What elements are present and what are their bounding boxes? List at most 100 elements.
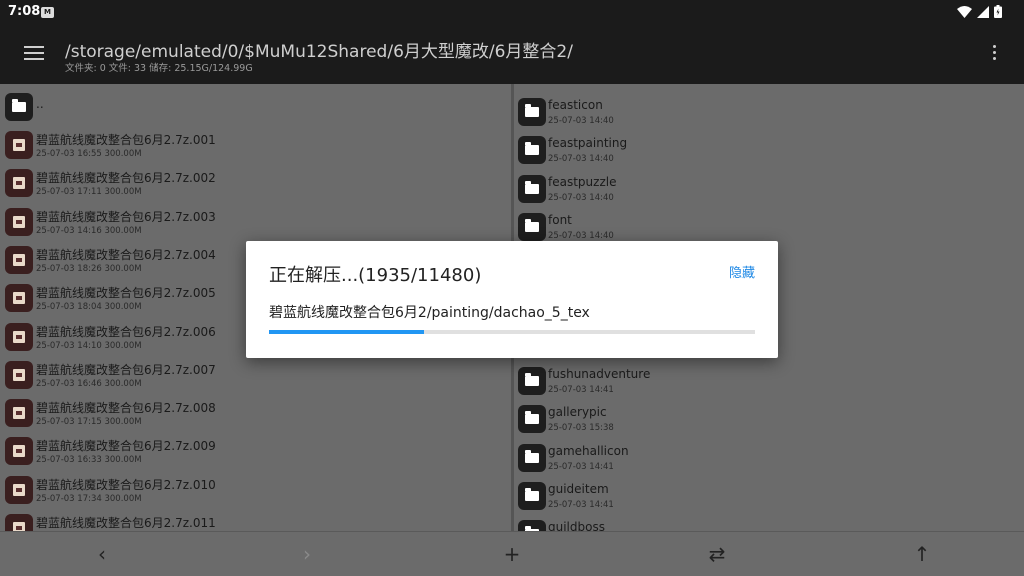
archive-icon	[5, 475, 33, 504]
file-name: 碧蓝航线魔改整合包6月2.7z.009	[36, 439, 216, 454]
signal-icon	[977, 5, 989, 18]
notification-icon: M	[41, 7, 54, 18]
folder-row[interactable]: fushunadventure 25-07-03 14:41	[514, 362, 1024, 400]
folder-icon	[518, 136, 546, 164]
parent-directory-row[interactable]: ..	[0, 88, 511, 126]
extract-progress-dialog: 正在解压...(1935/11480) 隐藏 碧蓝航线魔改整合包6月2/pain…	[246, 241, 778, 358]
bottom-toolbar: ‹ › + ⇄ ↑	[0, 531, 1024, 576]
folder-icon	[518, 520, 546, 531]
file-meta: 25-07-03 17:11 300.00M	[36, 187, 142, 198]
file-row[interactable]: 碧蓝航线魔改整合包6月2.7z.001 25-07-03 16:55 300.00…	[0, 126, 511, 164]
file-name: 碧蓝航线魔改整合包6月2.7z.005	[36, 286, 216, 301]
status-time: 7:08	[8, 4, 41, 19]
app-bar: /storage/emulated/0/$MuMu12Shared/6月大型魔改…	[0, 24, 1024, 84]
parent-directory-label: ..	[36, 97, 44, 111]
file-name: 碧蓝航线魔改整合包6月2.7z.008	[36, 401, 216, 416]
folder-icon	[518, 405, 546, 433]
file-meta: 25-07-03 18:26 300.00M	[36, 263, 142, 274]
folder-icon	[518, 367, 546, 395]
swap-panes-button[interactable]: ⇄	[703, 540, 731, 568]
folder-name: fushunadventure	[548, 367, 651, 381]
file-row[interactable]: 碧蓝航线魔改整合包6月2.7z.010 25-07-03 17:34 300.00…	[0, 471, 511, 509]
file-meta: 25-07-03 16:46 300.00M	[36, 378, 142, 389]
file-row[interactable]: 碧蓝航线魔改整合包6月2.7z.008 25-07-03 17:15 300.00…	[0, 394, 511, 432]
menu-icon[interactable]	[24, 46, 44, 62]
archive-icon	[5, 437, 33, 466]
file-name: 碧蓝航线魔改整合包6月2.7z.010	[36, 477, 216, 492]
folder-name: guildboss	[548, 520, 605, 531]
folder-name: feastpuzzle	[548, 175, 617, 189]
folder-icon	[518, 482, 546, 510]
file-name: 碧蓝航线魔改整合包6月2.7z.003	[36, 209, 216, 224]
archive-icon	[5, 207, 33, 236]
current-file-label: 碧蓝航线魔改整合包6月2/painting/dachao_5_tex	[269, 305, 590, 321]
folder-meta: 25-07-03 15:38	[548, 423, 614, 433]
forward-button[interactable]: ›	[293, 540, 321, 568]
hide-button[interactable]: 隐藏	[729, 262, 755, 281]
folder-icon	[518, 444, 546, 472]
file-meta: 25-07-03 17:34 300.00M	[36, 493, 142, 504]
file-name: 碧蓝航线魔改整合包6月2.7z.007	[36, 362, 216, 377]
file-meta: 25-07-03 16:33 300.00M	[36, 455, 142, 466]
archive-icon	[5, 322, 33, 351]
storage-info: 文件夹: 0 文件: 33 储存: 25.15G/124.99G	[65, 63, 253, 74]
file-row[interactable]: 碧蓝航线魔改整合包6月2.7z.002 25-07-03 17:11 300.00…	[0, 164, 511, 202]
archive-icon	[5, 360, 33, 389]
file-row[interactable]: 碧蓝航线魔改整合包6月2.7z.007 25-07-03 16:46 300.00…	[0, 356, 511, 394]
progress-bar	[269, 330, 755, 334]
folder-name: gamehallicon	[548, 444, 629, 458]
folder-row[interactable]: guideitem 25-07-03 14:41	[514, 477, 1024, 515]
folder-name: gallerypic	[548, 405, 607, 419]
archive-icon	[5, 514, 33, 531]
folder-meta: 25-07-03 14:41	[548, 500, 614, 510]
folder-row[interactable]: feastpainting 25-07-03 14:40	[514, 131, 1024, 169]
archive-icon	[5, 284, 33, 313]
file-row[interactable]: 碧蓝航线魔改整合包6月2.7z.003 25-07-03 14:16 300.00…	[0, 203, 511, 241]
folder-name: feastpainting	[548, 136, 628, 150]
archive-icon	[5, 245, 33, 274]
folder-row[interactable]: gamehallicon 25-07-03 14:41	[514, 439, 1024, 477]
folder-icon	[5, 93, 33, 121]
progress-fill	[269, 330, 424, 334]
file-meta: 25-07-03 17:15 300.00M	[36, 417, 142, 428]
file-name: 碧蓝航线魔改整合包6月2.7z.004	[36, 247, 216, 262]
folder-icon	[518, 213, 546, 241]
folder-meta: 25-07-03 14:41	[548, 385, 614, 395]
file-meta: 25-07-03 14:10 300.00M	[36, 340, 142, 351]
folder-row[interactable]: feastpuzzle 25-07-03 14:40	[514, 170, 1024, 208]
folder-icon	[518, 98, 546, 126]
folder-meta: 25-07-03 14:40	[548, 116, 614, 126]
file-meta: 25-07-03 16:55 300.00M	[36, 149, 142, 159]
archive-icon	[5, 169, 33, 198]
folder-meta: 25-07-03 14:40	[548, 154, 614, 164]
file-row[interactable]: 碧蓝航线魔改整合包6月2.7z.009 25-07-03 16:33 300.00…	[0, 432, 511, 470]
archive-icon	[5, 399, 33, 428]
folder-meta: 25-07-03 14:41	[548, 462, 614, 472]
file-row[interactable]: 碧蓝航线魔改整合包6月2.7z.011	[0, 509, 511, 531]
current-path: /storage/emulated/0/$MuMu12Shared/6月大型魔改…	[65, 42, 573, 62]
battery-icon	[994, 5, 1002, 18]
status-bar: 7:08 M	[0, 0, 1024, 24]
more-options-icon[interactable]	[993, 45, 997, 63]
folder-row[interactable]: feasticon 25-07-03 14:40	[514, 93, 1024, 131]
folder-row[interactable]: guildboss	[514, 515, 1024, 531]
file-name: 碧蓝航线魔改整合包6月2.7z.001	[36, 133, 216, 147]
dialog-title: 正在解压...(1935/11480)	[269, 265, 482, 286]
folder-name: guideitem	[548, 482, 609, 496]
folder-name: font	[548, 213, 572, 227]
file-name: 碧蓝航线魔改整合包6月2.7z.011	[36, 516, 216, 530]
up-directory-button[interactable]: ↑	[908, 540, 936, 568]
folder-meta: 25-07-03 14:40	[548, 193, 614, 203]
folder-row[interactable]: gallerypic 25-07-03 15:38	[514, 400, 1024, 438]
folder-icon	[518, 175, 546, 203]
folder-name: feasticon	[548, 98, 603, 112]
file-name: 碧蓝航线魔改整合包6月2.7z.002	[36, 171, 216, 186]
file-meta: 25-07-03 14:16 300.00M	[36, 225, 142, 236]
back-button[interactable]: ‹	[88, 540, 116, 568]
folder-meta: 25-07-03 14:40	[548, 231, 614, 241]
file-meta: 25-07-03 18:04 300.00M	[36, 302, 142, 313]
archive-icon	[5, 131, 33, 159]
add-button[interactable]: +	[498, 540, 526, 568]
file-name: 碧蓝航线魔改整合包6月2.7z.006	[36, 324, 216, 339]
wifi-icon	[957, 5, 972, 18]
